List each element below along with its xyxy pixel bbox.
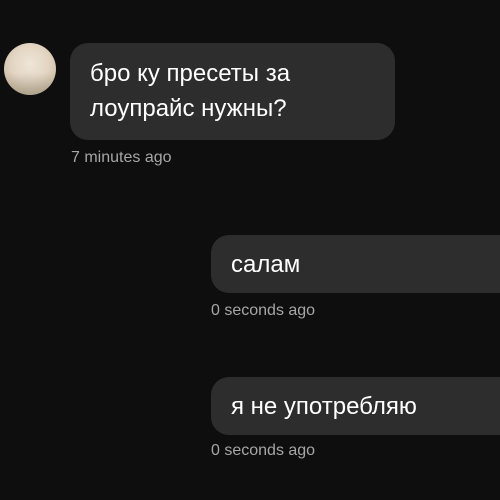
message-text-line: бро ку пресеты за [90,60,291,87]
sender-avatar[interactable] [4,43,56,95]
outgoing-message-bubble[interactable]: салам [211,235,500,293]
outgoing-message-bubble[interactable]: я не употребляю [211,377,500,435]
message-timestamp: 0 seconds ago [211,442,316,459]
incoming-message-bubble[interactable]: бро ку пресеты за лоупрайс нужны? [70,43,395,140]
message-timestamp: 0 seconds ago [211,302,316,319]
message-text: салам [231,251,301,278]
message-text-line: лоупрайс нужны? [90,95,287,122]
message-text: я не употребляю [231,393,417,420]
chat-thread: бро ку пресеты за лоупрайс нужны? 7 minu… [0,0,500,500]
message-timestamp: 7 minutes ago [71,149,172,166]
